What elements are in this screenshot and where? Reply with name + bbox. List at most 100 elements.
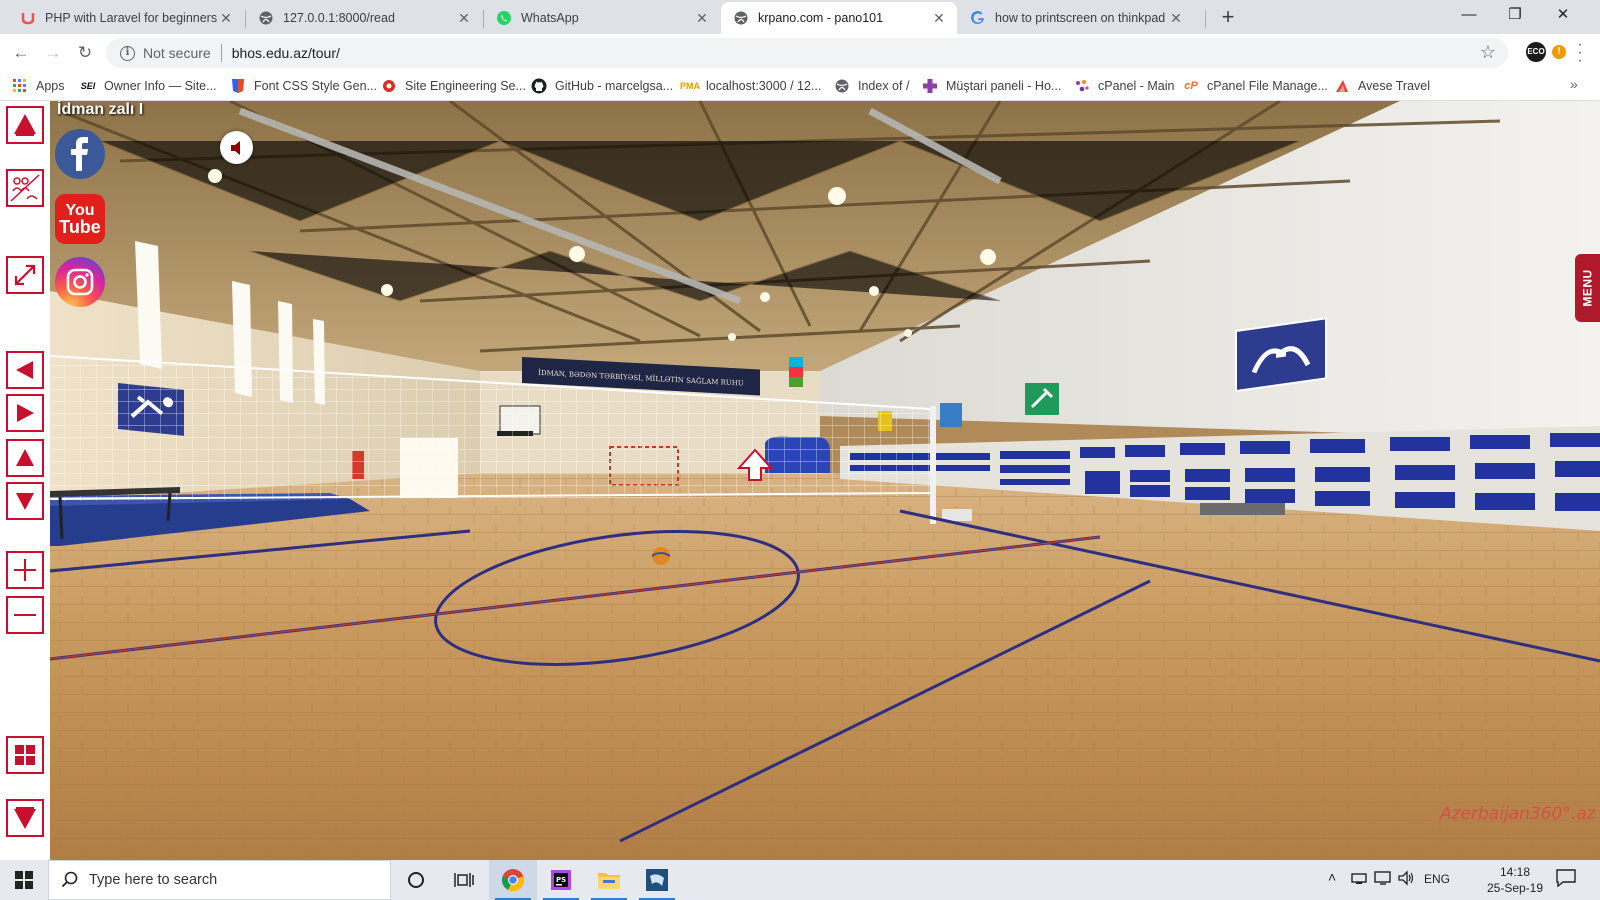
info-icon[interactable]: i (120, 45, 135, 61)
panorama-viewer[interactable]: İDMAN, BƏDƏN TƏRBİYƏSİ, MİLLƏTİN SAĞLAM … (0, 101, 1600, 860)
close-icon[interactable]: ✕ (694, 10, 710, 27)
scene-title: İdman zalı I (57, 101, 144, 118)
bookmark-star-icon[interactable]: ☆ (1480, 42, 1496, 63)
tab-whatsapp[interactable]: WhatsApp ✕ (484, 2, 720, 34)
windows-logo-icon (15, 871, 33, 889)
pan-right-button[interactable] (6, 394, 44, 432)
move-up-button[interactable] (6, 106, 44, 144)
bookmark-label: cPanel File Manage... (1207, 79, 1328, 93)
sei-icon: SEI (80, 81, 96, 91)
tab-krpano-active[interactable]: krpano.com - pano101 ✕ (721, 2, 957, 34)
github-icon (531, 78, 547, 94)
tab-laravel-course[interactable]: PHP with Laravel for beginners - ✕ (8, 2, 244, 34)
url-text[interactable]: bhos.edu.az/tour/ (232, 45, 340, 61)
extension-eco-icon[interactable]: ECO (1526, 42, 1546, 62)
cpanel-icon: cP (1184, 80, 1198, 92)
youtube-button[interactable]: You Tube (55, 194, 105, 244)
sound-toggle-button[interactable] (220, 131, 253, 164)
new-tab-button[interactable]: + (1215, 5, 1241, 31)
instagram-button[interactable] (55, 257, 105, 307)
restore-button[interactable]: ❐ (1492, 0, 1538, 30)
fullscreen-button[interactable] (6, 256, 44, 294)
gym-panorama-image[interactable]: İDMAN, BƏDƏN TƏRBİYƏSİ, MİLLƏTİN SAĞLAM … (0, 101, 1600, 860)
globe-icon (834, 78, 850, 94)
cortana-button[interactable] (392, 860, 440, 900)
tab-google-search[interactable]: how to printscreen on thinkpad ✕ (958, 2, 1194, 34)
reload-button[interactable]: ↻ (72, 40, 98, 66)
triangle-up-icon (16, 449, 34, 466)
zoom-in-button[interactable] (6, 551, 44, 589)
database-workbench-icon (646, 869, 668, 891)
thumbnails-button[interactable] (6, 736, 44, 774)
google-icon (970, 10, 986, 26)
phpstorm-taskbar-button[interactable]: PS (537, 860, 585, 900)
plus-cross-icon (922, 78, 938, 94)
triangle-right-icon (17, 404, 34, 422)
chrome-taskbar-button[interactable] (489, 860, 537, 900)
bookmark-site-engineering[interactable]: Site Engineering Se... (381, 77, 526, 95)
close-icon[interactable]: ✕ (218, 10, 234, 27)
plus-icon (14, 559, 36, 581)
pan-left-button[interactable] (6, 351, 44, 389)
volume-icon[interactable] (1398, 870, 1416, 889)
tilt-up-button[interactable] (6, 439, 44, 477)
close-icon[interactable]: ✕ (931, 10, 947, 27)
globe-icon (733, 10, 749, 26)
system-clock[interactable]: 14:18 25-Sep-19 (1480, 864, 1550, 896)
bookmark-avese-travel[interactable]: Avese Travel (1334, 77, 1430, 95)
address-bar[interactable]: i Not secure bhos.edu.az/tour/ ☆ (106, 38, 1508, 68)
close-icon[interactable]: ✕ (456, 10, 472, 27)
udemy-icon (20, 10, 36, 26)
seo-icon (381, 78, 397, 94)
browser-menu-icon[interactable]: · · · (1573, 37, 1587, 69)
bookmark-client-panel[interactable]: Müştari paneli - Ho... (922, 77, 1061, 95)
tab-localhost-read[interactable]: 127.0.0.1:8000/read ✕ (246, 2, 482, 34)
youtube-text-bottom: Tube (59, 217, 101, 237)
input-language[interactable]: ENG (1424, 872, 1450, 886)
file-explorer-taskbar-button[interactable] (585, 860, 633, 900)
youtube-icon: You Tube (59, 202, 101, 236)
zoom-out-button[interactable] (6, 596, 44, 634)
tab-title: krpano.com - pano101 (758, 11, 884, 25)
action-center-button[interactable] (1555, 868, 1583, 892)
bookmark-localhost[interactable]: PMA localhost:3000 / 12... (680, 77, 821, 95)
bookmark-apps[interactable]: Apps (12, 77, 65, 95)
bookmark-cpanel-files[interactable]: cP cPanel File Manage... (1183, 77, 1328, 95)
close-window-button[interactable]: ✕ (1540, 0, 1586, 30)
folder-icon (598, 873, 620, 889)
bookmark-cpanel-main[interactable]: cPanel - Main (1074, 77, 1174, 95)
network-adapter-icon[interactable] (1350, 870, 1368, 889)
notification-icon (1556, 869, 1576, 888)
task-view-button[interactable] (440, 860, 488, 900)
tab-title: 127.0.0.1:8000/read (283, 11, 395, 25)
bookmark-github[interactable]: GitHub - marcelgsa... (531, 77, 673, 95)
toggle-hotspots-button[interactable] (6, 169, 44, 207)
forward-button[interactable]: → (40, 40, 66, 66)
tab-separator (1205, 10, 1206, 28)
show-hidden-icons-icon[interactable]: ˄ (1328, 869, 1336, 885)
speaker-icon (230, 140, 240, 155)
update-alert-icon[interactable]: ! (1552, 45, 1566, 59)
bookmark-label: Apps (36, 79, 65, 93)
minimize-button[interactable]: — (1446, 0, 1492, 30)
facebook-button[interactable] (55, 129, 105, 179)
close-icon[interactable]: ✕ (1168, 10, 1184, 27)
start-button[interactable] (0, 860, 48, 900)
mysql-workbench-taskbar-button[interactable] (633, 860, 681, 900)
triangle-up-icon (14, 114, 36, 136)
bookmark-index-of[interactable]: Index of / (834, 77, 909, 95)
monitor-icon[interactable] (1374, 870, 1392, 889)
tab-title: PHP with Laravel for beginners - (45, 11, 218, 25)
grid-icon (15, 745, 35, 765)
bookmark-owner-info[interactable]: SEI Owner Info — Site... (80, 77, 217, 95)
taskbar-search-box[interactable]: Type here to search (48, 860, 391, 900)
menu-button[interactable]: MENU (1575, 254, 1600, 322)
move-down-button[interactable] (6, 799, 44, 837)
globe-icon (258, 10, 274, 26)
bookmark-label: Müştari paneli - Ho... (946, 79, 1062, 93)
tilt-down-button[interactable] (6, 482, 44, 520)
bookmark-label: Font CSS Style Gen... (254, 79, 377, 93)
bookmark-font-css[interactable]: Font CSS Style Gen... (230, 77, 377, 95)
more-bookmarks-icon[interactable]: » (1570, 76, 1578, 92)
back-button[interactable]: ← (8, 40, 34, 66)
